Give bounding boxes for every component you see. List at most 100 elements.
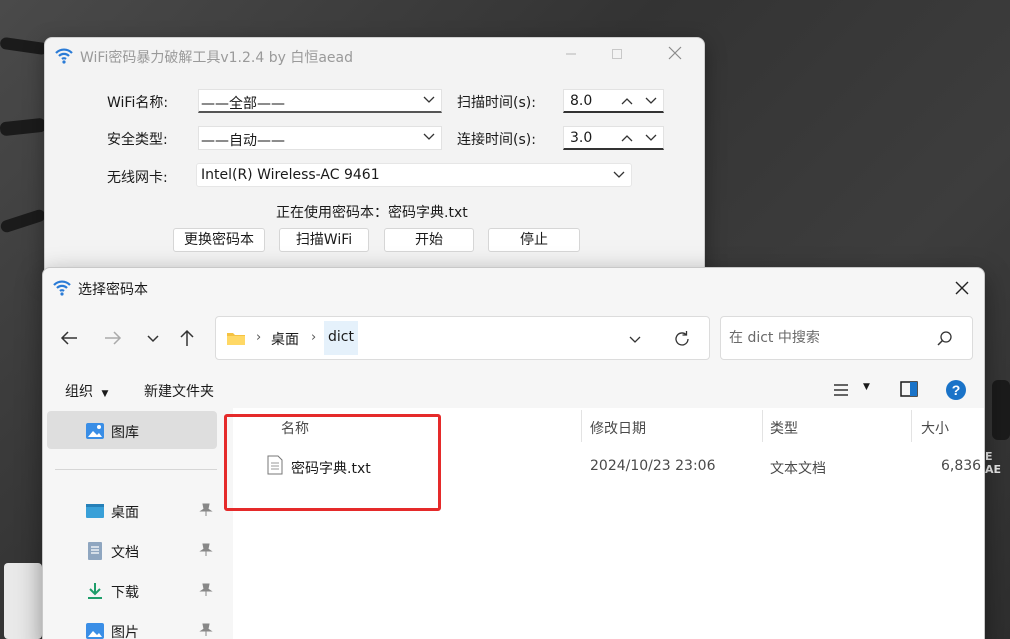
sidebar-item-label: 图片: [111, 625, 139, 639]
organize-label: 组织: [65, 384, 93, 400]
view-options-icon[interactable]: [833, 383, 849, 397]
search-icon[interactable]: [936, 330, 954, 348]
pin-icon[interactable]: [199, 583, 213, 597]
recent-locations-chevron-icon[interactable]: [141, 326, 165, 350]
column-separator[interactable]: [762, 410, 763, 442]
column-header-modified[interactable]: 修改日期: [590, 418, 646, 438]
refresh-icon[interactable]: [672, 329, 692, 349]
chevron-down-icon: [423, 96, 435, 103]
scan-time-spinbox[interactable]: 8.0: [563, 89, 664, 113]
change-dict-button[interactable]: 更换密码本: [173, 228, 265, 252]
file-modified: 2024/10/23 23:06: [590, 458, 716, 474]
sidebar-item-pictures[interactable]: 图片: [47, 611, 217, 639]
minimize-icon: [566, 53, 576, 55]
start-button[interactable]: 开始: [384, 228, 474, 252]
gallery-icon: [86, 423, 104, 439]
wifi-name-value: ——全部——: [201, 96, 285, 112]
dict-status-text: 正在使用密码本：密码字典.txt: [276, 205, 468, 221]
maximize-icon: [612, 49, 622, 59]
minimize-button[interactable]: [551, 44, 591, 68]
pin-icon[interactable]: [199, 543, 213, 557]
new-folder-button[interactable]: 新建文件夹: [144, 381, 214, 401]
sidebar-item-label: 下载: [111, 585, 139, 601]
desktop-icon: [86, 504, 104, 518]
column-header-size[interactable]: 大小: [921, 418, 949, 438]
sidebar-item-label: 文档: [111, 545, 139, 561]
desktop-wallpaper-shape: [0, 36, 49, 56]
chevron-down-icon[interactable]: [643, 93, 659, 109]
column-separator[interactable]: [911, 410, 912, 442]
desktop-edge-text: E AE: [985, 450, 1002, 476]
security-type-label: 安全类型:: [107, 132, 168, 148]
sidebar-item-label: 图库: [111, 425, 139, 441]
connect-time-label: 连接时间(s):: [457, 132, 536, 148]
file-type: 文本文档: [770, 461, 826, 477]
chevron-down-icon: [423, 133, 435, 140]
desktop-wallpaper-shape: [992, 380, 1010, 440]
desktop-wallpaper-shape: [0, 117, 47, 137]
column-separator[interactable]: [581, 410, 582, 442]
wifi-name-select[interactable]: ——全部——: [198, 89, 442, 113]
search-box[interactable]: [720, 316, 973, 360]
wireless-card-select[interactable]: Intel(R) Wireless-AC 9461: [196, 163, 632, 187]
column-header-type[interactable]: 类型: [770, 418, 798, 438]
search-input[interactable]: [729, 327, 929, 349]
connect-time-value: 3.0: [570, 130, 593, 146]
app-title: WiFi密码暴力破解工具v1.2.4 by 白恒aead: [80, 50, 353, 66]
view-caret-icon[interactable]: ▼: [863, 382, 870, 392]
wireless-card-value: Intel(R) Wireless-AC 9461: [201, 167, 380, 183]
download-icon: [88, 583, 102, 599]
back-arrow-icon[interactable]: [57, 326, 81, 350]
security-type-value: ——自动——: [201, 133, 285, 149]
chevron-up-icon[interactable]: [619, 93, 635, 109]
connect-time-spinbox[interactable]: 3.0: [563, 126, 664, 150]
app-titlebar: WiFi密码暴力破解工具v1.2.4 by 白恒aead: [45, 38, 704, 74]
close-icon[interactable]: [948, 274, 976, 302]
wifi-icon: [53, 280, 71, 296]
dialog-title: 选择密码本: [78, 282, 148, 298]
documents-icon: [88, 542, 102, 560]
sidebar-item-documents[interactable]: 文档: [47, 531, 217, 569]
address-bar[interactable]: › 桌面 › dict: [215, 316, 710, 360]
wireless-card-label: 无线网卡:: [107, 170, 168, 186]
help-icon[interactable]: ?: [945, 379, 967, 401]
sidebar-item-downloads[interactable]: 下载: [47, 571, 217, 609]
highlight-annotation-box: [224, 414, 441, 511]
forward-arrow-icon[interactable]: [101, 326, 125, 350]
folder-icon: [227, 333, 245, 345]
close-button[interactable]: [655, 44, 695, 68]
dialog-toolbar: 组织 ▼ 新建文件夹 ▼ ?: [43, 372, 984, 408]
pin-icon[interactable]: [199, 503, 213, 517]
stop-button[interactable]: 停止: [488, 228, 580, 252]
chevron-down-icon[interactable]: [643, 130, 659, 146]
address-dropdown-icon[interactable]: [626, 330, 644, 348]
wifi-name-label: WiFi名称:: [107, 95, 169, 111]
navigation-pane: 图库 桌面 文档 下载 图片: [43, 408, 233, 639]
close-icon: [668, 46, 682, 60]
chevron-down-icon: [613, 171, 625, 178]
caret-down-icon: ▼: [101, 389, 109, 399]
organize-menu[interactable]: 组织 ▼: [65, 381, 108, 401]
wifi-tool-window: WiFi密码暴力破解工具v1.2.4 by 白恒aead WiFi名称: ——全…: [44, 37, 705, 277]
security-type-select[interactable]: ——自动——: [198, 126, 442, 150]
breadcrumb-dict[interactable]: dict: [324, 321, 358, 355]
sidebar-divider: [55, 469, 217, 470]
svg-text:?: ?: [952, 382, 961, 398]
scan-time-value: 8.0: [570, 93, 593, 109]
sidebar-item-label: 桌面: [111, 505, 139, 521]
sidebar-item-desktop[interactable]: 桌面: [47, 491, 217, 529]
breadcrumb-separator-icon: ›: [256, 330, 262, 345]
preview-pane-icon[interactable]: [900, 381, 918, 397]
select-dict-dialog: 选择密码本 › 桌面 › dict 在 dict 中搜索 组织 ▼ 新建文件夹 …: [42, 267, 985, 639]
breadcrumb-desktop[interactable]: 桌面: [271, 329, 299, 349]
pictures-icon: [86, 623, 104, 639]
desktop-item: [4, 563, 42, 639]
scan-time-label: 扫描时间(s):: [457, 95, 536, 111]
scan-wifi-button[interactable]: 扫描WiFi: [279, 228, 369, 252]
maximize-button[interactable]: [597, 44, 637, 68]
desktop-wallpaper-shape: [0, 208, 47, 234]
sidebar-item-gallery[interactable]: 图库: [47, 411, 217, 449]
up-arrow-icon[interactable]: [175, 326, 199, 350]
chevron-up-icon[interactable]: [619, 130, 635, 146]
pin-icon[interactable]: [199, 623, 213, 637]
